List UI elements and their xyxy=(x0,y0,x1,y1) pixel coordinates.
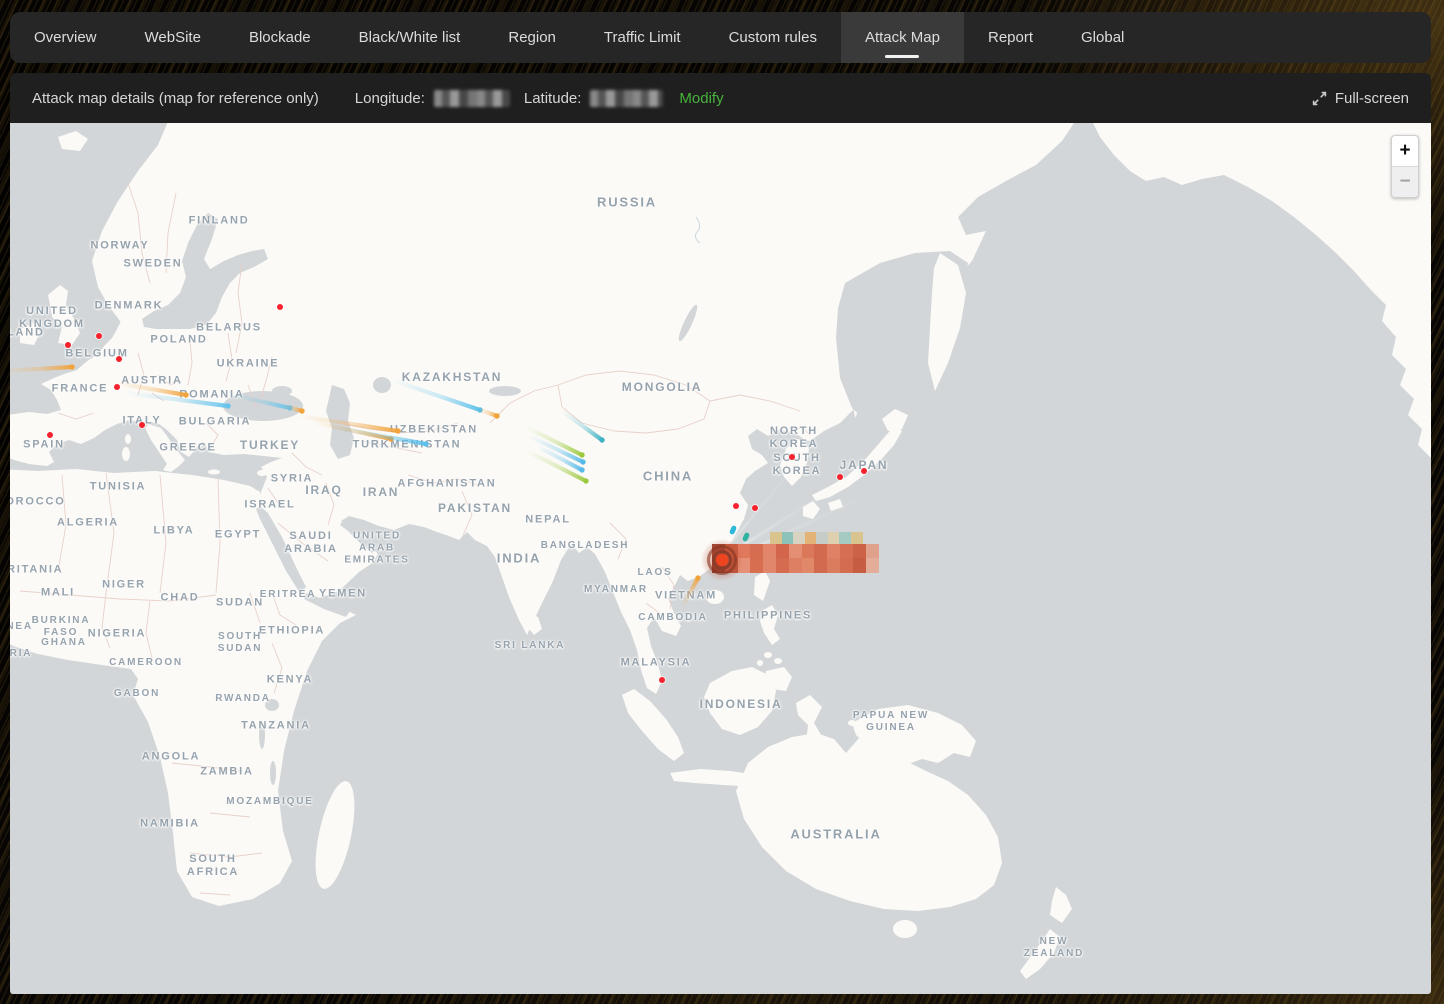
nav-tabs: OverviewWebSiteBlockadeBlack/White listR… xyxy=(10,12,1431,63)
fullscreen-button[interactable]: Full-screen xyxy=(1312,90,1409,107)
zoom-out-button[interactable]: − xyxy=(1392,166,1418,197)
map-toolbar: Attack map details (map for reference on… xyxy=(10,73,1431,123)
attack-source-dot xyxy=(114,384,120,390)
toolbar-title: Attack map details (map for reference on… xyxy=(32,90,319,107)
tab-custom-rules[interactable]: Custom rules xyxy=(705,12,841,63)
target-core xyxy=(716,554,728,566)
latitude-label: Latitude: xyxy=(524,90,582,107)
attack-source-dot xyxy=(96,333,102,339)
tab-region[interactable]: Region xyxy=(484,12,580,63)
attack-source-dot xyxy=(861,468,867,474)
attack-source-dot xyxy=(752,505,758,511)
longitude-value-redacted xyxy=(434,90,510,107)
tab-blockade[interactable]: Blockade xyxy=(225,12,335,63)
tab-black-white-list[interactable]: Black/White list xyxy=(335,12,485,63)
longitude-label: Longitude: xyxy=(355,90,425,107)
attack-source-dot xyxy=(139,422,145,428)
tab-overview[interactable]: Overview xyxy=(10,12,121,63)
tab-global[interactable]: Global xyxy=(1057,12,1148,63)
tab-traffic-limit[interactable]: Traffic Limit xyxy=(580,12,705,63)
zoom-in-button[interactable]: + xyxy=(1392,136,1418,166)
attack-map[interactable]: RUSSIAFINLANDNORWAYSWEDENDENMARKUNITED K… xyxy=(10,123,1431,994)
nav-bar: OverviewWebSiteBlockadeBlack/White listR… xyxy=(10,12,1431,63)
tab-report[interactable]: Report xyxy=(964,12,1057,63)
attack-source-dot xyxy=(789,454,795,460)
map-zoom-control: + − xyxy=(1391,135,1419,198)
attack-source-dot xyxy=(47,432,53,438)
modify-link[interactable]: Modify xyxy=(679,90,723,107)
fullscreen-label: Full-screen xyxy=(1335,90,1409,107)
attack-source-dot xyxy=(65,342,71,348)
attack-source-dot xyxy=(116,356,122,362)
attack-source-dot xyxy=(733,503,739,509)
latitude-value-redacted xyxy=(590,90,663,107)
tab-website[interactable]: WebSite xyxy=(121,12,225,63)
fullscreen-icon xyxy=(1312,91,1327,106)
attack-source-dot xyxy=(659,677,665,683)
attack-source-dot xyxy=(277,304,283,310)
attack-source-dot xyxy=(837,474,843,480)
tab-attack-map[interactable]: Attack Map xyxy=(841,12,964,63)
